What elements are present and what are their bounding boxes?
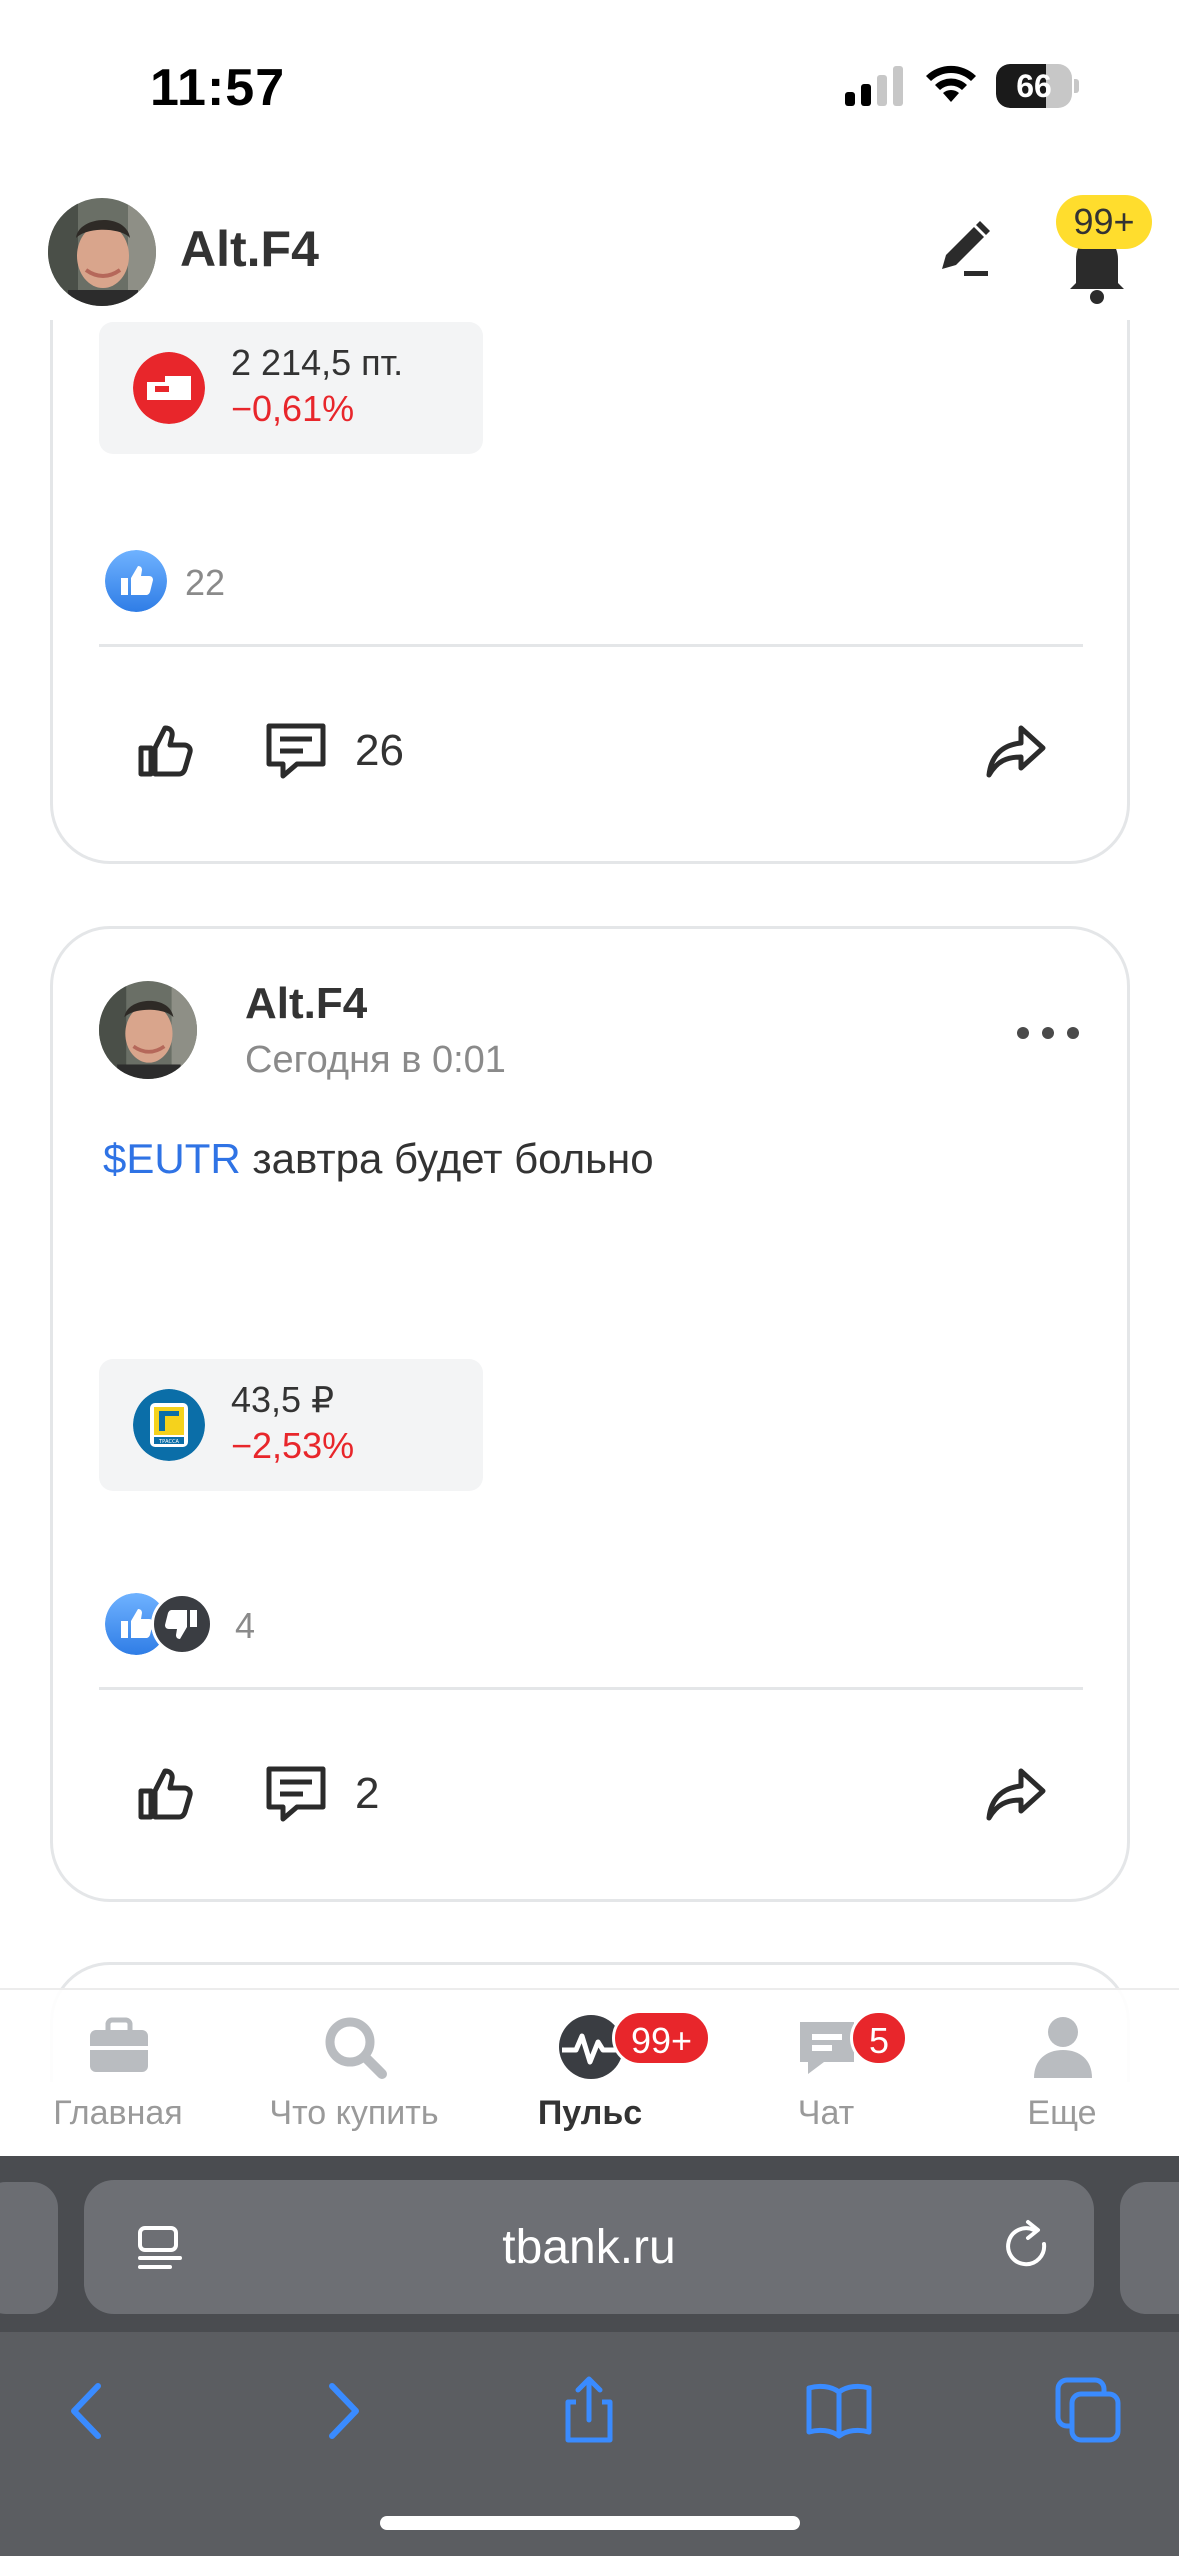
battery-percent: 66	[1016, 68, 1052, 104]
ticker-chip[interactable]: 2 214,5 пт. −0,61%	[99, 322, 483, 454]
comments-count: 2	[355, 1769, 380, 1818]
ticker-price: 43,5 ₽	[231, 1379, 334, 1420]
share-button[interactable]	[983, 718, 1049, 784]
previous-tab-preview[interactable]	[0, 2182, 58, 2314]
reactions-summary[interactable]: 4	[105, 1593, 305, 1657]
tab-chat[interactable]: 5 Чат	[708, 1990, 944, 2158]
reactions-summary[interactable]: 22	[105, 550, 305, 614]
cellular-signal-icon	[845, 66, 903, 106]
divider	[99, 1687, 1083, 1690]
tab-what-to-buy[interactable]: Что купить	[236, 1990, 472, 2158]
share-button[interactable]	[983, 1761, 1049, 1827]
logo-text: ТРАССА	[158, 1439, 179, 1445]
chat-badge: 5	[850, 2010, 909, 2066]
eutr-logo-icon: ТРАССА	[133, 1389, 205, 1461]
post-body: завтра будет больно	[240, 1135, 654, 1182]
notifications-badge: 99+	[1056, 195, 1152, 249]
reload-icon[interactable]	[998, 2218, 1056, 2276]
ticker-chip[interactable]: ТРАССА 43,5 ₽ −2,53%	[99, 1359, 483, 1491]
briefcase-icon	[90, 2017, 148, 2072]
tab-label: Что купить	[269, 2094, 439, 2132]
ticker-link[interactable]: $EUTR	[103, 1135, 241, 1182]
ticker-price: 2 214,5 пт.	[231, 342, 404, 383]
ticker-change: −2,53%	[231, 1425, 355, 1466]
post-card: Alt.F4 Сегодня в 0:01 $EUTR завтра будет…	[50, 926, 1130, 1902]
tab-label: Чат	[797, 2094, 855, 2132]
tab-label: Пульс	[537, 2094, 643, 2132]
avatar[interactable]	[48, 198, 156, 306]
battery-indicator: 66	[996, 64, 1079, 108]
share-sheet-icon[interactable]	[554, 2376, 624, 2446]
browser-toolbar: tbank.ru	[0, 2156, 1179, 2556]
browser-address-area: tbank.ru	[0, 2156, 1179, 2332]
tab-pulse[interactable]: 99+ Пульс	[472, 1990, 712, 2158]
reactions-count: 22	[185, 562, 226, 603]
tabs-icon[interactable]	[1054, 2376, 1124, 2446]
avatar-photo	[48, 198, 156, 306]
ticker-change: −0,61%	[231, 388, 355, 429]
forward-icon[interactable]	[306, 2376, 376, 2446]
post-author-name[interactable]: Alt.F4	[245, 979, 367, 1029]
comments-button[interactable]: 2	[263, 1757, 463, 1831]
search-icon	[325, 2017, 387, 2079]
avatar-photo	[99, 981, 197, 1079]
comments-count: 26	[355, 726, 404, 775]
more-options-icon[interactable]	[1013, 1021, 1083, 1045]
home-indicator	[380, 2516, 800, 2530]
like-reaction-icon	[105, 550, 167, 612]
app-header: Alt.F4 99+	[0, 170, 1179, 320]
post-date: Сегодня в 0:01	[245, 1039, 506, 1081]
profile-icon	[1034, 2017, 1092, 2078]
like-button[interactable]	[133, 1761, 199, 1827]
status-bar: 11:57 66	[0, 0, 1179, 170]
post-actions: 26	[53, 706, 1127, 796]
next-tab-preview[interactable]	[1120, 2182, 1179, 2314]
address-url[interactable]: tbank.ru	[84, 2220, 1094, 2275]
back-icon[interactable]	[54, 2376, 124, 2446]
notifications-button[interactable]: 99+	[1050, 195, 1179, 315]
post-text: $EUTR завтра будет больно	[103, 1135, 654, 1183]
bookmarks-icon[interactable]	[804, 2376, 874, 2446]
bottom-tab-bar: Главная Что купить 99+ Пульс 5 Чат Еще	[0, 1988, 1179, 2156]
comment-icon	[266, 1766, 326, 1822]
tab-label: Главная	[53, 2094, 183, 2132]
profile-name[interactable]: Alt.F4	[180, 220, 319, 278]
like-button[interactable]	[133, 718, 199, 784]
browser-nav-row	[0, 2332, 1179, 2482]
index-logo-icon	[133, 352, 205, 424]
post-author-avatar[interactable]	[99, 981, 197, 1079]
wifi-icon	[926, 65, 976, 102]
comments-button[interactable]: 26	[263, 714, 463, 788]
status-time: 11:57	[150, 59, 286, 117]
address-bar[interactable]: tbank.ru	[84, 2180, 1094, 2314]
pencil-icon[interactable]	[930, 215, 996, 281]
reactions-count: 4	[235, 1605, 256, 1646]
divider	[99, 644, 1083, 647]
tab-more[interactable]: Еще	[944, 1990, 1179, 2158]
pulse-badge: 99+	[612, 2010, 712, 2066]
post-actions: 2	[53, 1749, 1127, 1839]
comment-icon	[266, 723, 326, 779]
tab-label: Еще	[1027, 2094, 1097, 2132]
dislike-reaction-icon	[151, 1593, 213, 1655]
tab-home[interactable]: Главная	[0, 1990, 236, 2158]
